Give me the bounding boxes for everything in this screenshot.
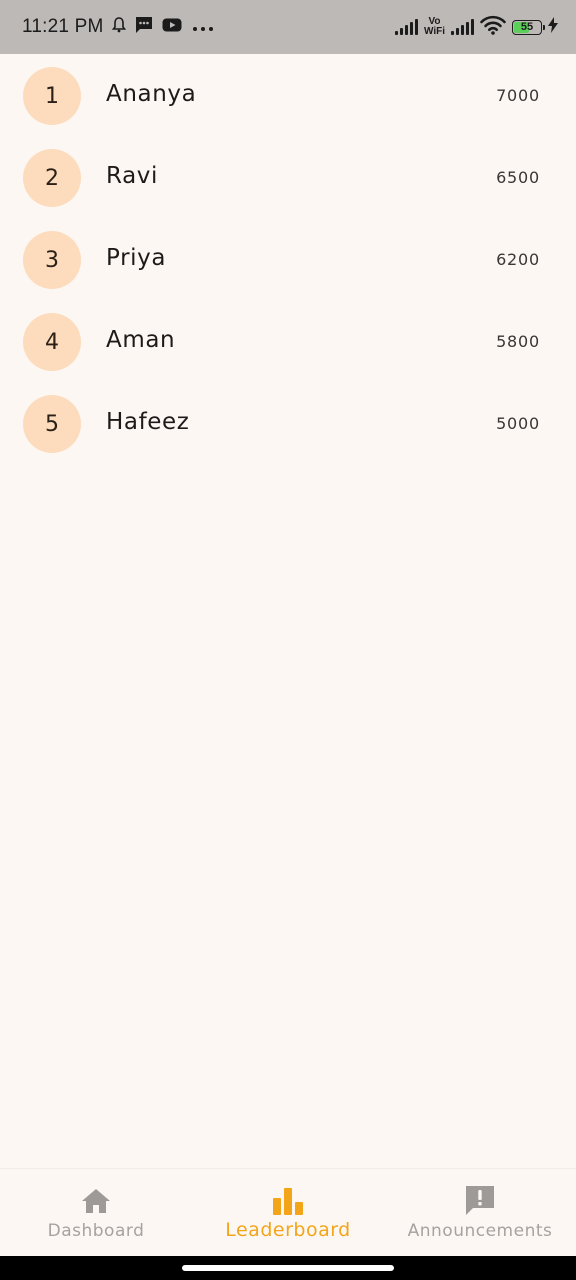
announcement-icon: [464, 1185, 496, 1217]
player-name: Priya: [106, 245, 167, 271]
nav-item-dashboard[interactable]: Dashboard: [0, 1169, 192, 1257]
vowifi-indicator: Vo WiFi: [424, 17, 445, 37]
leaderboard-list: 1 Ananya 7000 2 Ravi 6500 3 Priya 6200 4 Aman 5800 5…: [0, 54, 576, 464]
leaderboard-row: 5 Hafeez 5000: [0, 382, 576, 464]
status-bar: 11:21 PM Vo WiFi 55: [0, 0, 576, 54]
charging-bolt-icon: [548, 17, 558, 37]
leaderboard-row: 4 Aman 5800: [0, 300, 576, 382]
message-icon: [134, 16, 154, 38]
player-score: 6500: [496, 168, 540, 187]
player-name: Aman: [106, 327, 176, 353]
nav-label-announcements: Announcements: [407, 1221, 553, 1241]
player-score: 5800: [496, 332, 540, 351]
leaderboard-row: 2 Ravi 6500: [0, 136, 576, 218]
leaderboard-row: 1 Ananya 7000: [0, 54, 576, 136]
signal-strength-icon: [394, 19, 418, 35]
battery-icon: 55: [512, 19, 545, 35]
nav-label-leaderboard: Leaderboard: [225, 1219, 351, 1241]
home-icon: [81, 1185, 111, 1217]
player-name: Ananya: [106, 81, 197, 107]
player-name: Hafeez: [106, 409, 190, 435]
alarm-bell-icon: [111, 17, 126, 37]
player-score: 7000: [496, 86, 540, 105]
bar-chart-icon: [272, 1185, 304, 1217]
player-score: 5000: [496, 414, 540, 433]
rank-badge: 4: [23, 313, 81, 371]
rank-badge: 5: [23, 395, 81, 453]
signal-strength-2-icon: [451, 19, 474, 35]
player-score: 6200: [496, 250, 540, 269]
rank-badge: 3: [23, 231, 81, 289]
nav-label-dashboard: Dashboard: [47, 1221, 145, 1241]
vowifi-bottom-text: WiFi: [423, 26, 445, 37]
system-navigation-bar: [0, 1256, 576, 1280]
home-gesture-pill[interactable]: [182, 1265, 394, 1271]
battery-tip: [543, 24, 545, 30]
status-left: 11:21 PM: [22, 0, 216, 54]
bottom-navigation: Dashboard Leaderboard Announcements: [0, 1168, 576, 1256]
status-right: Vo WiFi 55: [394, 0, 558, 54]
youtube-icon: [162, 17, 182, 37]
rank-badge: 2: [23, 149, 81, 207]
wifi-icon: [480, 15, 506, 39]
rank-badge: 1: [23, 67, 81, 125]
battery-level: 55: [520, 21, 534, 33]
player-name: Ravi: [106, 163, 158, 189]
more-dots-icon: [190, 18, 216, 37]
status-time: 11:21 PM: [22, 16, 104, 37]
nav-item-leaderboard[interactable]: Leaderboard: [192, 1169, 384, 1257]
nav-item-announcements[interactable]: Announcements: [384, 1169, 576, 1257]
leaderboard-row: 3 Priya 6200: [0, 218, 576, 300]
